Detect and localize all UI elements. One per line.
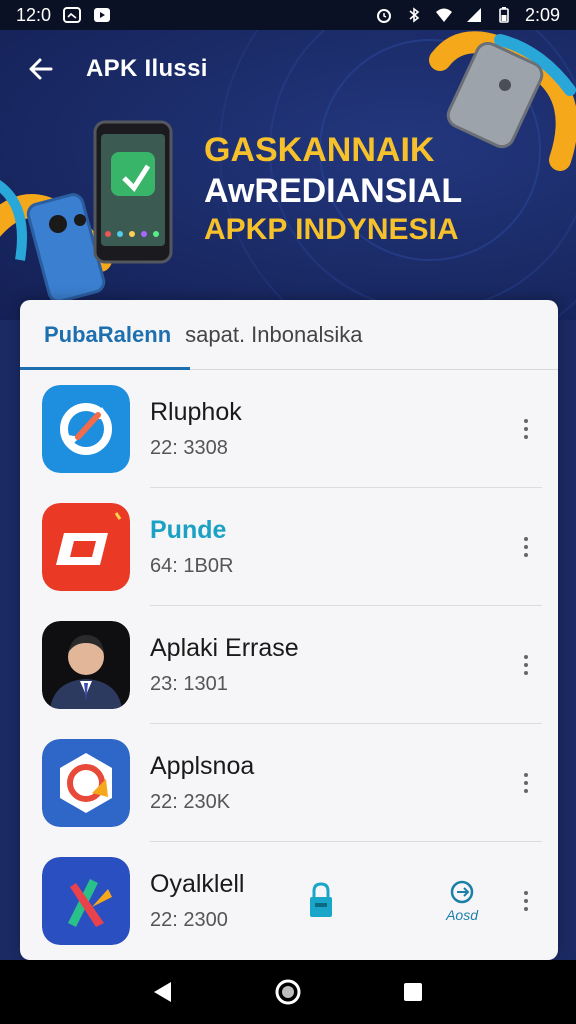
top-app-bar: APK Ilussi	[24, 52, 208, 86]
app-list: Rluphok 22: 3308 Punde 64: 1B0R Aplaki E…	[20, 370, 558, 960]
row-actions: Aosd	[306, 879, 478, 923]
header-banner: APK Ilussi GASKANNAIK AwREDIANSIAL APKP …	[0, 30, 576, 320]
list-item[interactable]: Punde 64: 1B0R	[20, 488, 558, 606]
status-time-right: 2:09	[524, 4, 560, 25]
status-left: 12:0	[16, 5, 111, 26]
app-meta: 22: 3308	[150, 437, 228, 459]
triangle-back-icon[interactable]	[143, 972, 183, 1012]
alarm-icon	[375, 7, 393, 23]
list-item[interactable]: Applsnoa 22: 230K	[20, 724, 558, 842]
promo-line-1: GASKANNAIK	[204, 131, 435, 169]
more-options-icon[interactable]	[512, 527, 540, 567]
app-meta: 22: 230K	[150, 791, 231, 813]
app-text: Punde 64: 1B0R	[150, 516, 512, 578]
tab-publasalenn[interactable]: PubaRalenn	[44, 322, 171, 348]
sync-app-icon	[42, 385, 130, 473]
status-right: 2:09	[375, 5, 560, 26]
system-navigation-bar	[0, 960, 576, 1024]
list-item[interactable]: Rluphok 22: 3308	[20, 370, 558, 488]
app-meta: 23: 1301	[150, 673, 228, 695]
app-text: Aplaki Errase 23: 1301	[150, 634, 512, 696]
app-text: Rluphok 22: 3308	[150, 398, 512, 460]
back-arrow-icon[interactable]	[24, 52, 58, 86]
page-title: APK Ilussi	[86, 55, 208, 82]
x-logo-app-icon	[42, 857, 130, 945]
list-item[interactable]: Aplaki Errase 23: 1301	[20, 606, 558, 724]
sync-circle-icon[interactable]: Aosd	[446, 879, 478, 923]
youtube-notification-icon	[93, 7, 111, 23]
more-options-icon[interactable]	[512, 645, 540, 685]
more-options-icon[interactable]	[512, 409, 540, 449]
read-label: Aosd	[446, 907, 478, 923]
app-name: Aplaki Errase	[150, 634, 299, 662]
more-options-icon[interactable]	[512, 881, 540, 921]
tab-bar: PubaRalenn sapat. Inbonalsika	[20, 300, 558, 370]
status-bar: 12:0 2:09	[0, 0, 576, 30]
red-square-app-icon	[42, 503, 130, 591]
status-time-left: 12:0	[16, 4, 52, 25]
app-list-card: PubaRalenn sapat. Inbonalsika Rluphok 22…	[20, 300, 558, 960]
app-name: Applsnoa	[150, 752, 255, 780]
battery-icon	[495, 7, 513, 23]
app-name: Rluphok	[150, 398, 242, 426]
tab-sapat-inbonalsika[interactable]: sapat. Inbonalsika	[185, 322, 362, 348]
app-text: Applsnoa 22: 230K	[150, 752, 512, 814]
circle-home-icon[interactable]	[268, 972, 308, 1012]
promo-line-3: APKP INDYNESIA	[204, 212, 459, 246]
app-meta: 64: 1B0R	[150, 555, 234, 577]
square-recents-icon[interactable]	[393, 972, 433, 1012]
promo-line-2: AwREDIANSIAL	[204, 171, 463, 210]
lock-icon[interactable]	[306, 881, 336, 921]
signal-icon	[465, 7, 483, 23]
image-notification-icon	[63, 7, 82, 23]
promo-text: GASKANNAIK AwREDIANSIAL APKP INDYNESIA	[204, 130, 462, 248]
list-item[interactable]: Oyalklell 22: 2300 Aosd	[20, 842, 558, 960]
bluetooth-icon	[405, 7, 423, 23]
app-name: Punde	[150, 516, 227, 544]
wifi-icon	[435, 7, 453, 23]
person-avatar-app-icon	[42, 621, 130, 709]
hexagon-camera-app-icon	[42, 739, 130, 827]
more-options-icon[interactable]	[512, 763, 540, 803]
